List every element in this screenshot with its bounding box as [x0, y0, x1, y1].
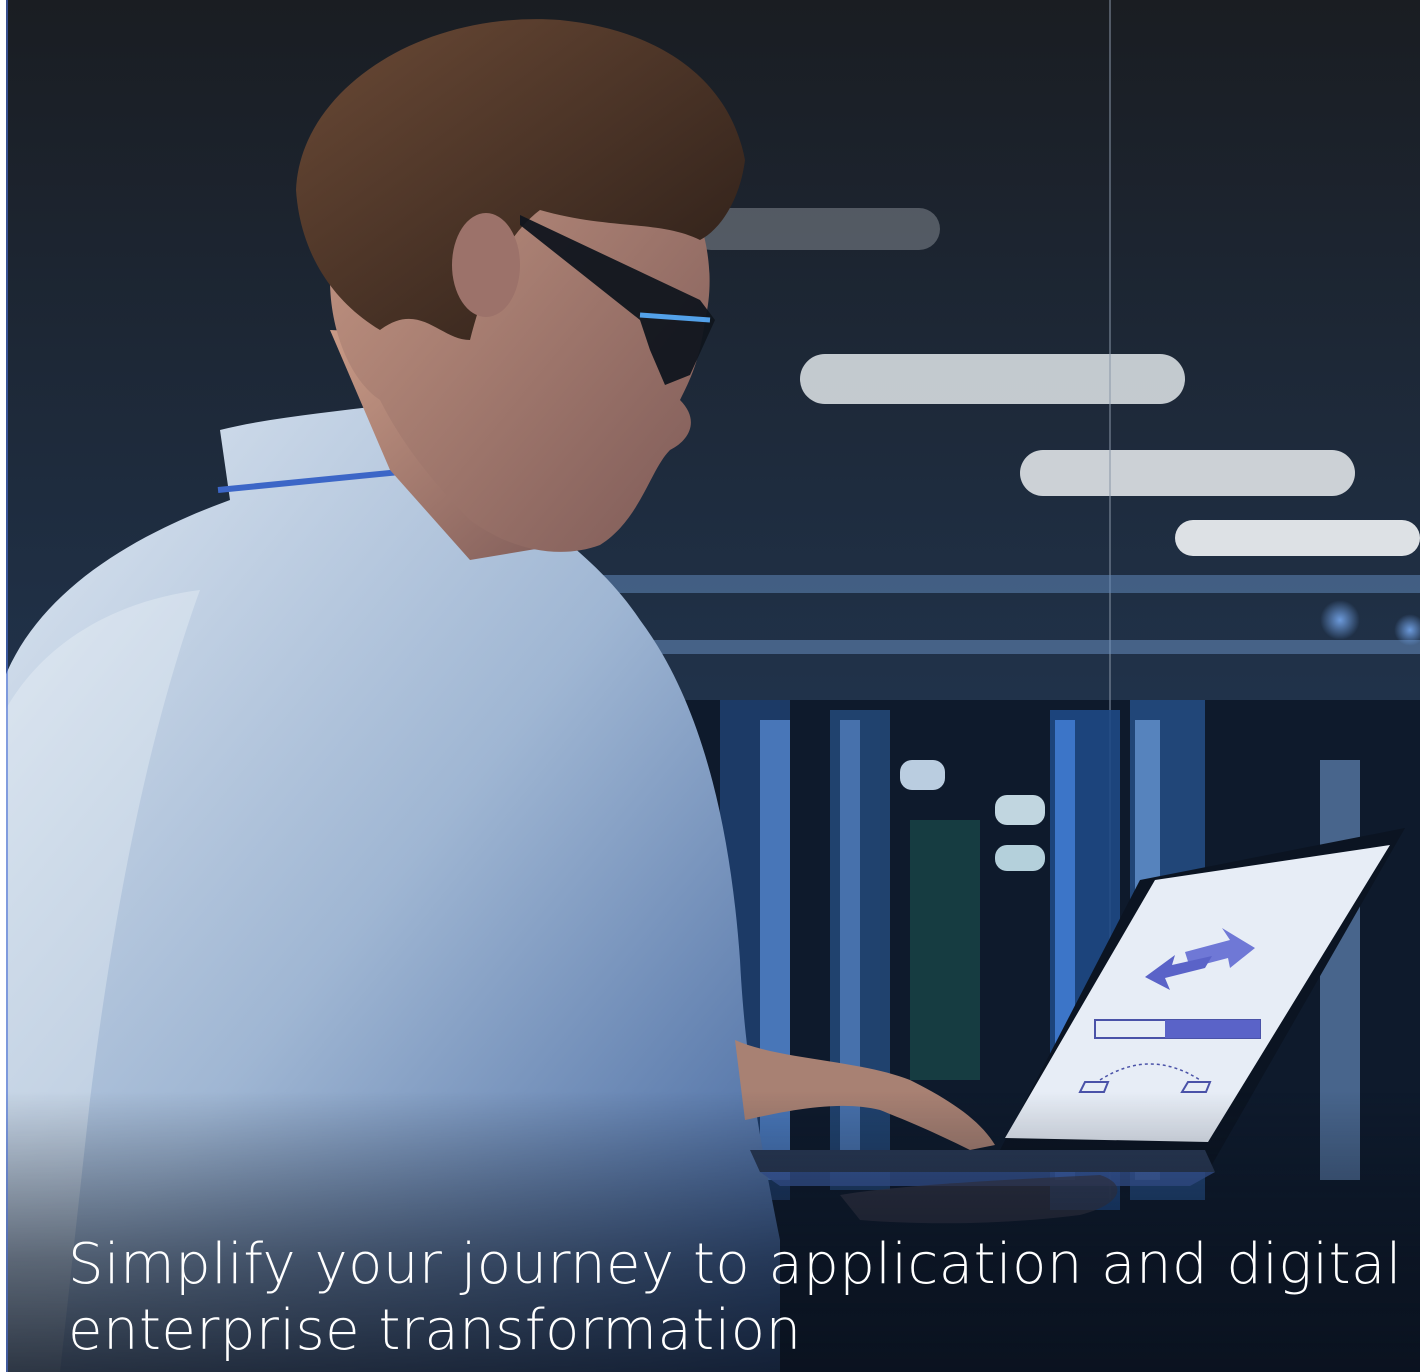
headline-line-1: Simplify your journey to application and… [68, 1232, 1402, 1297]
hero-banner: Simplify your journey to application and… [0, 0, 1420, 1372]
person-ear [452, 213, 520, 317]
ceiling-light [800, 354, 1185, 404]
left-border-accent [6, 0, 8, 1372]
ceiling-light [690, 208, 940, 250]
ceiling-light [1020, 450, 1355, 496]
headline-line-2: enterprise transformation [68, 1298, 802, 1363]
ceiling-light [1175, 520, 1420, 556]
hero-headline: Simplify your journey to application and… [68, 1232, 1402, 1364]
